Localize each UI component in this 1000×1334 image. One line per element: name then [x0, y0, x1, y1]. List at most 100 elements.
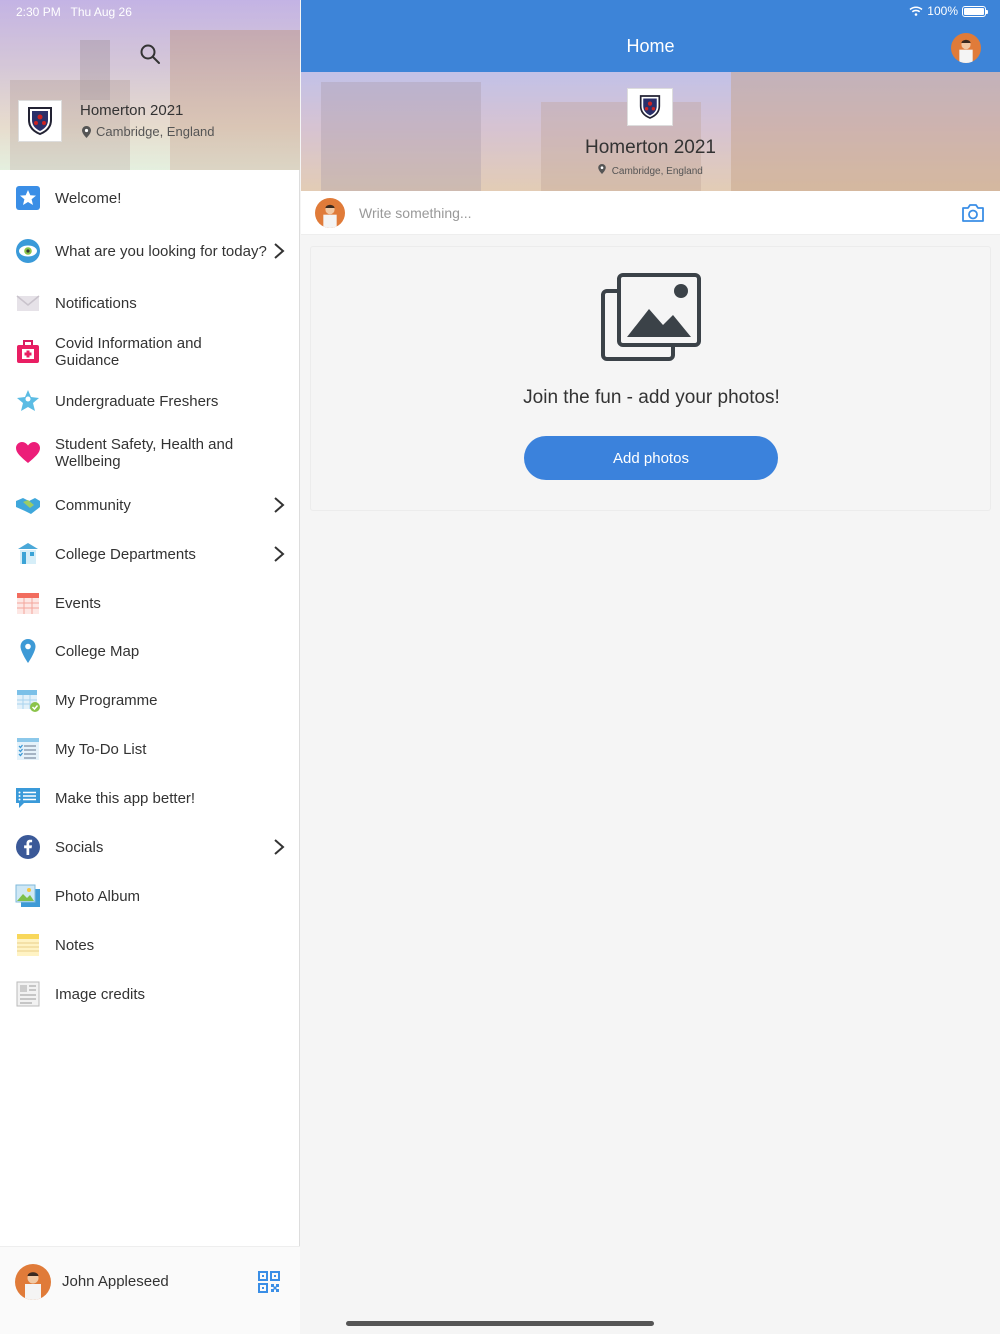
photos-empty-state: Join the fun - add your photos! Add phot… [310, 246, 991, 511]
calendar-icon [17, 593, 39, 614]
sidebar-header: 2:30 PM Thu Aug 26 Homerton 2021 Cambrid… [0, 0, 300, 170]
banner-location: Cambridge, England [301, 164, 1000, 177]
sidebar-item-freshers[interactable]: Undergraduate Freshers [0, 378, 300, 424]
user-avatar-image [315, 198, 345, 228]
camera-icon[interactable] [961, 203, 985, 223]
home-indicator[interactable] [346, 1321, 654, 1326]
header-avatar[interactable] [951, 33, 981, 63]
wifi-icon [909, 6, 923, 16]
status-indicators: 100% [909, 4, 988, 18]
org-crest [18, 100, 62, 142]
sidebar-item-notifications[interactable]: Notifications [0, 280, 300, 326]
credits-document-icon [16, 981, 40, 1007]
sidebar-item-label: My Programme [55, 691, 158, 709]
map-pin-icon [20, 639, 36, 663]
sidebar-item-label: Make this app better! [55, 789, 196, 807]
shield-icon [28, 107, 52, 136]
sidebar-item-programme[interactable]: My Programme [0, 676, 300, 724]
sidebar-item-notes[interactable]: Notes [0, 920, 300, 970]
header-overlay [0, 0, 300, 170]
first-aid-kit-icon [17, 340, 39, 363]
status-clock: 2:30 PM [16, 5, 61, 19]
location-pin-icon [598, 164, 606, 174]
sidebar-item-feedback[interactable]: Make this app better! [0, 774, 300, 822]
chevron-right-icon [274, 243, 285, 259]
sidebar-item-label: Undergraduate Freshers [55, 392, 219, 410]
battery-icon [962, 5, 988, 17]
sidebar-item-label: Notes [55, 936, 95, 954]
qr-code-icon[interactable] [258, 1271, 280, 1293]
empty-state-message: Join the fun - add your photos! [523, 387, 780, 408]
user-avatar-image [951, 33, 981, 63]
sidebar-item-looking-for[interactable]: What are you looking for today? [0, 222, 300, 280]
sidebar-item-label: Photo Album [55, 887, 141, 905]
notepad-icon [17, 934, 39, 956]
sidebar-item-socials[interactable]: Socials [0, 822, 300, 872]
status-date: Thu Aug 26 [70, 5, 132, 19]
banner-title: Homerton 2021 [585, 137, 716, 158]
sidebar-item-events[interactable]: Events [0, 580, 300, 626]
sidebar-item-label: College Map [55, 642, 140, 660]
star-person-icon [17, 390, 39, 411]
cover-banner: Homerton 2021 Cambridge, England [301, 72, 1000, 191]
sidebar-item-image-credits[interactable]: Image credits [0, 970, 300, 1018]
add-photos-button[interactable]: Add photos [524, 436, 778, 480]
status-time: 2:30 PM Thu Aug 26 [16, 5, 132, 19]
sidebar-item-label: College Departments [55, 545, 196, 563]
sidebar-item-map[interactable]: College Map [0, 626, 300, 676]
checklist-icon [17, 738, 39, 760]
sidebar-menu: Welcome! What are you looking for today?… [0, 174, 300, 1018]
department-icon [18, 543, 38, 564]
sidebar-item-label: Welcome! [55, 189, 122, 207]
sidebar-item-label: Community [55, 496, 131, 514]
sidebar-item-departments[interactable]: College Departments [0, 528, 300, 580]
sidebar-item-photo-album[interactable]: Photo Album [0, 872, 300, 920]
handshake-icon [16, 498, 40, 514]
banner-crest [627, 88, 673, 126]
top-navigation-bar: 100% Home [301, 0, 1000, 72]
sidebar-item-covid[interactable]: Covid Information and Guidance [0, 326, 300, 378]
photo-gallery-icon [601, 273, 701, 361]
sidebar-item-safety[interactable]: Student Safety, Health and Wellbeing [0, 424, 300, 482]
main-content: 100% Home Homerton 2021 Cambridge, Engla… [301, 0, 1000, 1334]
envelope-icon [16, 295, 40, 311]
star-badge-icon [16, 186, 40, 210]
search-icon[interactable] [138, 42, 162, 66]
programme-calendar-icon [17, 690, 40, 712]
eye-icon [16, 239, 40, 263]
avatar[interactable] [15, 1264, 51, 1300]
feedback-chat-icon [16, 788, 40, 808]
battery-level-fill [964, 7, 984, 15]
facebook-icon [16, 835, 40, 859]
sidebar-item-label: Student Safety, Health and Wellbeing [55, 436, 234, 470]
user-avatar-image [15, 1264, 51, 1300]
sidebar-item-label: My To-Do List [55, 740, 147, 758]
org-location-text: Cambridge, England [96, 124, 215, 139]
post-composer [301, 191, 1000, 235]
sidebar: 2:30 PM Thu Aug 26 Homerton 2021 Cambrid… [0, 0, 300, 1334]
shield-icon [639, 95, 661, 119]
sidebar-item-label: What are you looking for today? [55, 242, 267, 260]
chevron-right-icon [274, 497, 285, 513]
org-location: Cambridge, England [82, 124, 215, 139]
banner-location-text: Cambridge, England [611, 166, 703, 177]
sidebar-item-welcome[interactable]: Welcome! [0, 174, 300, 222]
page-title: Home [626, 36, 675, 56]
user-profile-bar[interactable]: John Appleseed [0, 1246, 300, 1334]
photo-album-icon [15, 884, 40, 907]
sidebar-item-label: Notifications [55, 294, 137, 312]
chevron-right-icon [274, 546, 285, 562]
post-input[interactable] [359, 203, 919, 223]
location-pin-icon [82, 125, 91, 138]
heart-icon [16, 442, 40, 463]
sidebar-item-label: Covid Information and Guidance [55, 335, 202, 369]
user-name: John Appleseed [62, 1273, 169, 1290]
composer-avatar [315, 198, 345, 228]
sidebar-item-community[interactable]: Community [0, 482, 300, 528]
battery-percentage: 100% [927, 4, 958, 18]
sidebar-item-label: Events [55, 594, 101, 612]
chevron-right-icon [274, 839, 285, 855]
org-name: Homerton 2021 [80, 102, 184, 119]
sidebar-item-todo[interactable]: My To-Do List [0, 724, 300, 774]
sidebar-item-label: Image credits [55, 985, 146, 1003]
